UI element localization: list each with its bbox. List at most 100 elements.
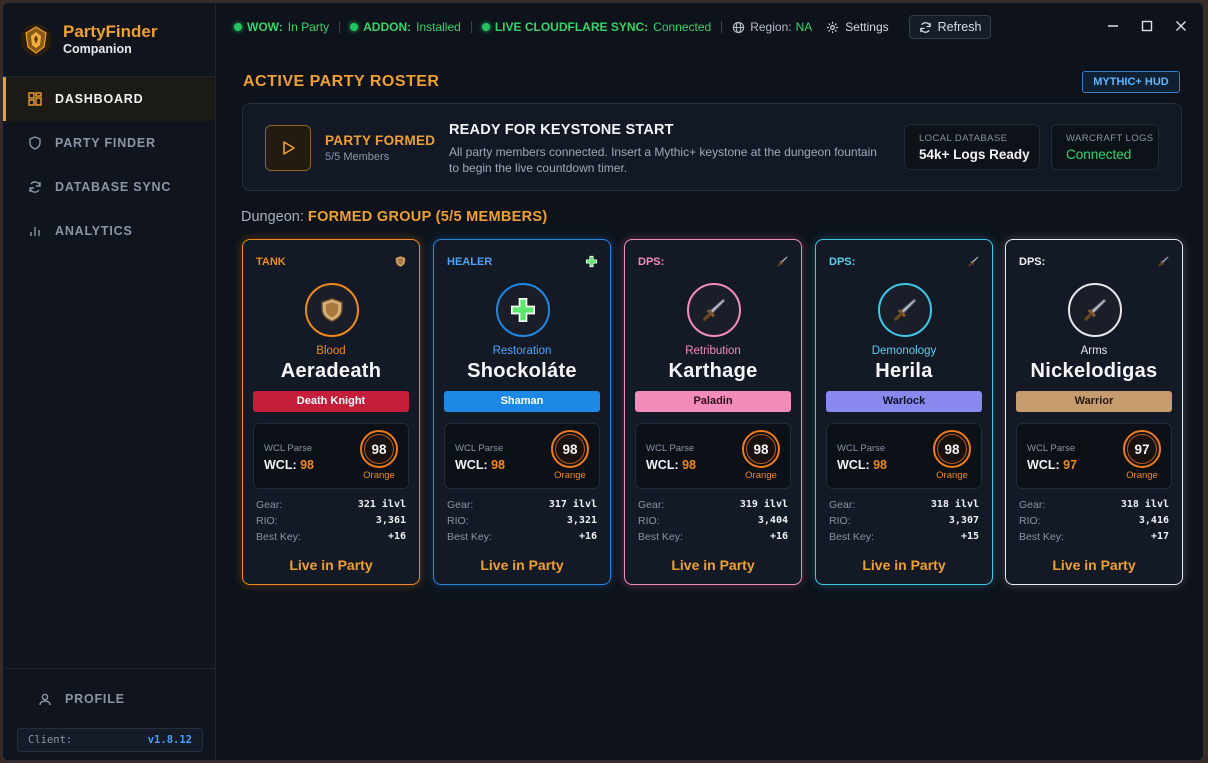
sidebar-item-analytics[interactable]: ANALYTICS bbox=[3, 209, 215, 253]
dungeon-value: FORMED GROUP (5/5 MEMBERS) bbox=[307, 209, 548, 225]
gear-icon bbox=[827, 21, 839, 33]
profile-label: PROFILE bbox=[65, 692, 125, 706]
member-avatar bbox=[687, 283, 741, 337]
divider bbox=[721, 21, 723, 33]
sidebar-nav: DASHBOARD PARTY FINDER DATABASE SYNC ANA… bbox=[3, 77, 215, 253]
play-icon bbox=[283, 141, 295, 155]
member-name: Shockoláte bbox=[467, 360, 577, 382]
live-status: Live in Party bbox=[862, 557, 946, 573]
close-icon bbox=[1176, 21, 1186, 31]
sync-status: LIVE CLOUDFLARE SYNC: Connected bbox=[481, 20, 711, 34]
settings-label: Settings bbox=[845, 20, 889, 34]
gear-row: Gear: 318 ilvl bbox=[1019, 499, 1169, 511]
best-key-row: Best Key: +16 bbox=[638, 531, 788, 543]
parse-color-label: Orange bbox=[554, 470, 586, 481]
sidebar-item-dashboard[interactable]: DASHBOARD bbox=[3, 77, 215, 121]
member-class-badge: Shaman bbox=[444, 391, 600, 412]
shield-icon bbox=[395, 255, 405, 267]
role-sword-icon bbox=[775, 254, 789, 268]
sword-icon bbox=[776, 255, 788, 267]
live-status: Live in Party bbox=[480, 557, 564, 573]
app-title: PartyFinder bbox=[63, 22, 158, 41]
member-spec: Retribution bbox=[685, 345, 741, 357]
wcl-parse-label: WCL Parse bbox=[646, 443, 695, 454]
region-label: Region: bbox=[750, 20, 792, 34]
sword-icon bbox=[894, 298, 917, 321]
party-status-title: PARTY FORMED bbox=[325, 133, 436, 148]
sidebar-item-label: PARTY FINDER bbox=[55, 136, 156, 150]
sidebar: PartyFinder Companion DASHBOARD PARTY FI… bbox=[3, 3, 216, 760]
member-spec: Restoration bbox=[492, 345, 552, 357]
live-status: Live in Party bbox=[289, 557, 373, 573]
party-status-banner: PARTY FORMED 5/5 Members READY FOR KEYST… bbox=[242, 103, 1182, 191]
region-selector[interactable]: Region: NA bbox=[732, 20, 812, 34]
parse-value: 98 bbox=[937, 434, 967, 464]
wcl-score: WCL: 98 bbox=[646, 458, 697, 472]
globe-icon bbox=[733, 21, 745, 33]
member-stats: Gear: 318 ilvl RIO: 3,416 Best Key: +17 bbox=[1019, 499, 1169, 547]
wcl-parse-box: WCL Parse WCL: 98 98 Orange bbox=[253, 423, 409, 489]
rio-row: RIO: 3,361 bbox=[256, 515, 406, 527]
sword-icon bbox=[703, 298, 726, 321]
parse-color-label: Orange bbox=[1126, 470, 1158, 481]
shield-icon bbox=[321, 298, 343, 322]
maximize-button[interactable] bbox=[1138, 17, 1156, 35]
sidebar-item-profile[interactable]: PROFILE bbox=[3, 677, 215, 721]
stat-value: Connected bbox=[1066, 147, 1132, 162]
wcl-parse-label: WCL Parse bbox=[264, 443, 313, 454]
minimize-icon bbox=[1108, 25, 1118, 27]
best-key-row: Best Key: +16 bbox=[256, 531, 406, 543]
member-role: DPS: bbox=[638, 256, 665, 268]
member-avatar bbox=[305, 283, 359, 337]
party-member-card[interactable]: HEALER Restoration Shockoláte Shaman WCL… bbox=[433, 239, 611, 585]
shield-icon bbox=[27, 135, 43, 151]
refresh-label: Refresh bbox=[937, 20, 982, 34]
sidebar-item-database-sync[interactable]: DATABASE SYNC bbox=[3, 165, 215, 209]
status-dot-icon bbox=[350, 23, 359, 31]
best-key-row: Best Key: +16 bbox=[447, 531, 597, 543]
stat-label: WARCRAFT LOGS bbox=[1066, 133, 1154, 144]
best-key-row: Best Key: +15 bbox=[829, 531, 979, 543]
member-role: DPS: bbox=[829, 256, 856, 268]
start-button[interactable] bbox=[265, 125, 311, 171]
sidebar-item-party-finder[interactable]: PARTY FINDER bbox=[3, 121, 215, 165]
close-button[interactable] bbox=[1172, 17, 1190, 35]
rio-row: RIO: 3,416 bbox=[1019, 515, 1169, 527]
main-content: ACTIVE PARTY ROSTER MYTHIC+ HUD PARTY FO… bbox=[216, 51, 1203, 760]
member-avatar bbox=[1068, 283, 1122, 337]
member-spec: Arms bbox=[1080, 345, 1108, 357]
party-member-card[interactable]: TANK Blood Aeradeath Death Knight WCL Pa… bbox=[242, 239, 420, 585]
wcl-score: WCL: 98 bbox=[264, 458, 315, 472]
refresh-icon bbox=[919, 21, 931, 33]
member-name: Karthage bbox=[668, 360, 758, 382]
member-role: TANK bbox=[256, 256, 286, 268]
party-member-card[interactable]: DPS: Arms Nickelodigas Warrior WCL Parse… bbox=[1005, 239, 1183, 585]
party-member-card[interactable]: DPS: Retribution Karthage Paladin WCL Pa… bbox=[624, 239, 802, 585]
addon-status-value: Installed bbox=[416, 20, 461, 34]
ready-description: All party members connected. Insert a My… bbox=[449, 145, 877, 175]
settings-button[interactable]: Settings bbox=[826, 20, 889, 34]
party-member-card[interactable]: DPS: Demonology Herila Warlock WCL Parse… bbox=[815, 239, 993, 585]
wcl-parse-label: WCL Parse bbox=[837, 443, 886, 454]
member-role: HEALER bbox=[447, 256, 493, 268]
client-label: Client: bbox=[28, 734, 73, 746]
wcl-parse-box: WCL Parse WCL: 98 98 Orange bbox=[635, 423, 791, 489]
gear-row: Gear: 319 ilvl bbox=[638, 499, 788, 511]
member-name: Nickelodigas bbox=[1030, 360, 1158, 382]
member-avatar bbox=[496, 283, 550, 337]
mythic-hud-button[interactable]: MYTHIC+ HUD bbox=[1082, 71, 1180, 93]
wcl-parse-label: WCL Parse bbox=[1027, 443, 1076, 454]
wcl-score: WCL: 98 bbox=[455, 458, 506, 472]
dashboard-icon bbox=[27, 91, 43, 107]
party-member-count: 5/5 Members bbox=[325, 151, 390, 163]
live-status: Live in Party bbox=[671, 557, 755, 573]
parse-ring: 98 bbox=[360, 430, 398, 468]
brand: PartyFinder Companion bbox=[3, 3, 215, 77]
wow-status-value: In Party bbox=[287, 20, 330, 34]
wcl-score: WCL: 97 bbox=[1027, 458, 1078, 472]
refresh-button[interactable]: Refresh bbox=[908, 15, 992, 39]
sword-icon bbox=[1084, 298, 1107, 321]
app-logo-icon bbox=[20, 23, 52, 56]
minimize-button[interactable] bbox=[1104, 17, 1122, 35]
plus-icon bbox=[585, 255, 597, 267]
